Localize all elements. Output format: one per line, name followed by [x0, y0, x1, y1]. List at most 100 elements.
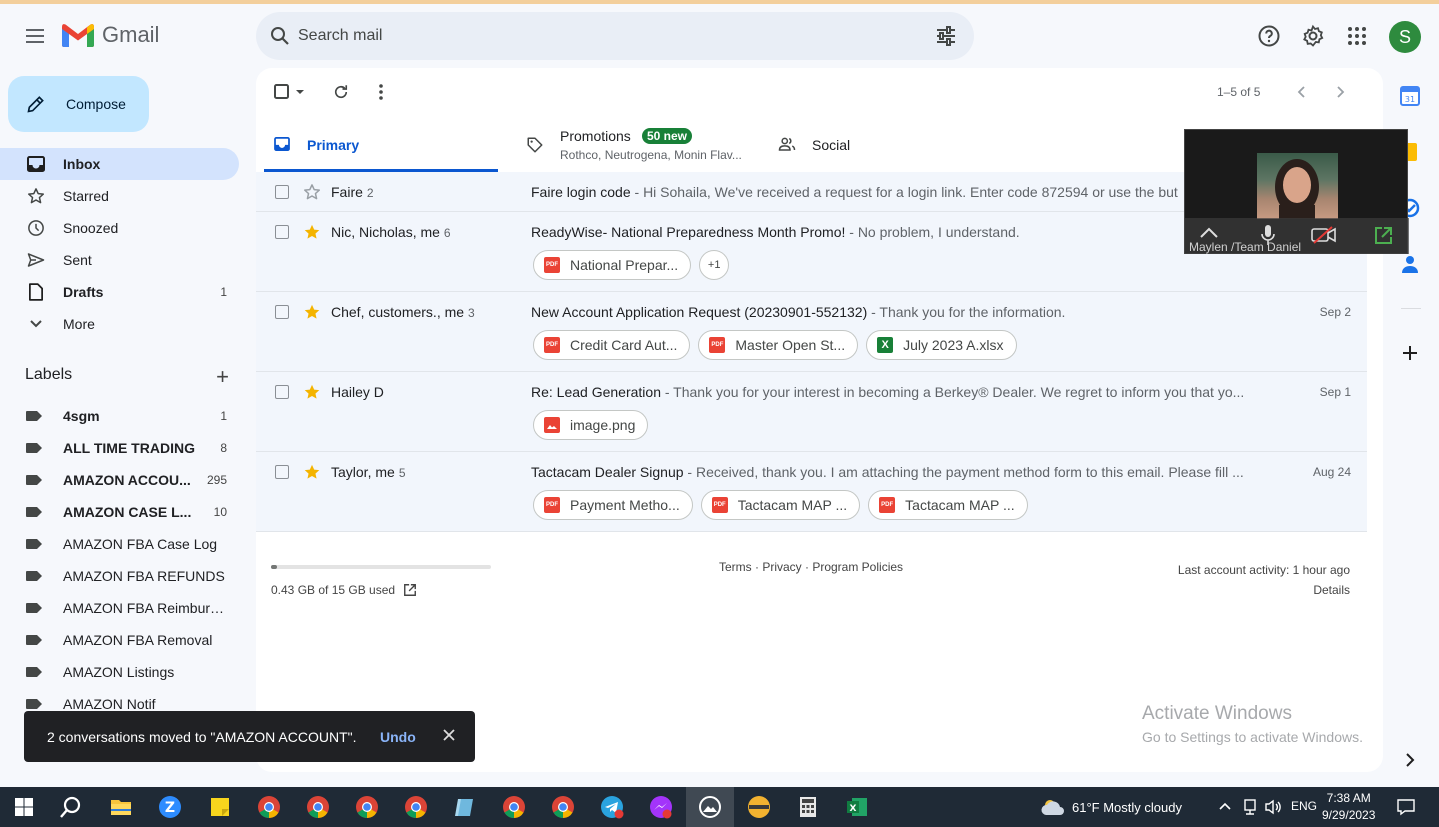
add-label-icon[interactable]: + — [216, 364, 229, 390]
search-input[interactable] — [298, 24, 898, 48]
search-bar[interactable] — [256, 12, 974, 60]
close-icon[interactable] — [442, 728, 456, 742]
older-button[interactable] — [1331, 82, 1351, 102]
clock-time: 7:38 AM — [1326, 791, 1371, 805]
chrome-profile-icon[interactable] — [551, 795, 575, 819]
attachment-chip[interactable]: PDF National Prepar... — [533, 250, 692, 280]
contacts-icon[interactable] — [1400, 254, 1420, 274]
excel-icon[interactable]: X — [845, 795, 869, 819]
email-subject: Re: Lead Generation — [531, 384, 661, 400]
sidebar-label-item[interactable]: AMAZON FBA REFUNDS — [0, 560, 239, 592]
star-filled-icon[interactable] — [303, 463, 321, 481]
app-icon[interactable] — [747, 795, 771, 819]
main-menu-button[interactable] — [20, 21, 50, 51]
zoom-icon[interactable]: Z — [158, 795, 182, 819]
refresh-button[interactable] — [331, 82, 351, 102]
sidebar-item-snoozed[interactable]: Snoozed — [0, 212, 239, 244]
expand-panel-icon[interactable] — [1400, 750, 1420, 770]
calculator-icon[interactable] — [796, 795, 820, 819]
attachment-chip[interactable]: PDF Tactacam MAP ... — [868, 490, 1028, 520]
sidebar-label-item[interactable]: AMAZON ACCOU... 295 — [0, 464, 239, 496]
sidebar-label-item[interactable]: AMAZON CASE L... 10 — [0, 496, 239, 528]
sidebar-label-item[interactable]: ALL TIME TRADING 8 — [0, 432, 239, 464]
tab-promotions[interactable]: Promotions — [516, 120, 756, 172]
undo-button[interactable]: Undo — [380, 729, 416, 745]
select-all-checkbox[interactable] — [272, 82, 308, 102]
external-link-icon[interactable] — [403, 583, 417, 597]
chrome-icon[interactable] — [257, 795, 281, 819]
row-checkbox[interactable] — [275, 225, 289, 239]
clock[interactable]: 7:38 AM 9/29/2023 — [1322, 790, 1375, 824]
sidebar-item-starred[interactable]: Starred — [0, 180, 239, 212]
chrome-profile-icon[interactable] — [355, 795, 379, 819]
more-options-button[interactable] — [371, 82, 391, 102]
chrome-profile-icon[interactable] — [306, 795, 330, 819]
star-filled-icon[interactable] — [303, 303, 321, 321]
more-attachments-chip[interactable]: +1 — [699, 250, 730, 280]
tab-social[interactable]: Social — [776, 120, 1016, 172]
search-icon[interactable] — [268, 24, 292, 48]
help-icon[interactable] — [1257, 24, 1281, 48]
volume-icon[interactable] — [1264, 799, 1282, 815]
footer-links[interactable]: Terms · Privacy · Program Policies — [719, 560, 903, 574]
sidebar-label-item[interactable]: AMAZON FBA Removal — [0, 624, 239, 656]
chrome-profile-icon[interactable] — [502, 795, 526, 819]
account-avatar[interactable]: S — [1389, 21, 1421, 53]
email-row[interactable]: Hailey D Re: Lead Generation - Thank you … — [256, 372, 1367, 452]
sidebar-label-item[interactable]: 4sgm 1 — [0, 400, 239, 432]
details-link[interactable]: Details — [1178, 580, 1350, 600]
sidebar-item-sent[interactable]: Sent — [0, 244, 239, 276]
email-row[interactable]: Taylor, me 5 Tactacam Dealer Signup - Rece… — [256, 452, 1367, 532]
attachment-chip[interactable]: PDF Payment Metho... — [533, 490, 693, 520]
sidebar-item-inbox[interactable]: Inbox — [0, 148, 239, 180]
compose-label: Compose — [66, 96, 126, 112]
row-checkbox[interactable] — [275, 305, 289, 319]
attachment-chip[interactable]: X July 2023 A.xlsx — [866, 330, 1017, 360]
attachment-name: National Prepar... — [570, 257, 679, 273]
camera-off-icon[interactable] — [1311, 226, 1337, 244]
tab-primary[interactable]: Primary — [264, 120, 498, 172]
sidebar-item-more[interactable]: More — [0, 308, 239, 340]
newer-button[interactable] — [1291, 82, 1311, 102]
windows-start-icon[interactable] — [12, 795, 36, 819]
row-checkbox[interactable] — [275, 385, 289, 399]
messenger-icon[interactable] — [649, 795, 673, 819]
settings-gear-icon[interactable] — [1301, 24, 1325, 48]
chrome-profile-icon[interactable] — [404, 795, 428, 819]
sidebar-label-item[interactable]: AMAZON FBA Case Log — [0, 528, 239, 560]
attachment-chip[interactable]: PDF Tactacam MAP ... — [700, 490, 861, 520]
video-call-overlay[interactable]: Maylen /Team Daniel — [1184, 129, 1409, 254]
sticky-notes-icon[interactable] — [208, 795, 232, 819]
row-checkbox[interactable] — [275, 465, 289, 479]
photos-icon[interactable] — [698, 795, 722, 819]
sidebar-label-item[interactable]: AMAZON FBA Reimburs... — [0, 592, 239, 624]
sidebar-label-item[interactable]: AMAZON Listings — [0, 656, 239, 688]
thread-count: 5 — [398, 466, 406, 480]
attachment-chip[interactable]: PDF Master Open St... — [698, 330, 859, 360]
row-checkbox[interactable] — [275, 185, 289, 199]
gmail-logo[interactable]: Gmail — [62, 22, 159, 48]
file-explorer-icon[interactable] — [109, 795, 133, 819]
popout-icon[interactable] — [1373, 226, 1393, 246]
apps-grid-icon[interactable] — [1345, 24, 1369, 48]
compose-button[interactable]: Compose — [8, 76, 149, 132]
attachment-chip[interactable]: image.png — [533, 410, 649, 440]
email-row[interactable]: Chef, customers., me 3 New Account Applica… — [256, 292, 1367, 372]
star-icon[interactable] — [303, 183, 321, 201]
add-addon-icon[interactable] — [1400, 343, 1420, 363]
chevron-up-icon[interactable] — [1199, 226, 1219, 240]
telegram-icon[interactable] — [600, 795, 624, 819]
calendar-icon[interactable]: 31 — [1400, 86, 1420, 106]
tray-chevron-up-icon[interactable] — [1218, 800, 1232, 812]
star-filled-icon[interactable] — [303, 223, 321, 241]
search-options-icon[interactable] — [934, 24, 958, 48]
attachment-chip[interactable]: PDF Credit Card Aut... — [533, 330, 691, 360]
weather-widget[interactable]: 61°F Mostly cloudy — [1040, 787, 1182, 827]
star-filled-icon[interactable] — [303, 383, 321, 401]
sidebar-item-drafts[interactable]: Drafts 1 — [0, 276, 239, 308]
notepad-icon[interactable] — [453, 795, 477, 819]
notifications-icon[interactable] — [1397, 798, 1415, 816]
language-indicator[interactable]: ENG — [1291, 799, 1317, 813]
network-icon[interactable] — [1242, 799, 1258, 815]
taskbar-search-icon[interactable] — [59, 795, 83, 819]
